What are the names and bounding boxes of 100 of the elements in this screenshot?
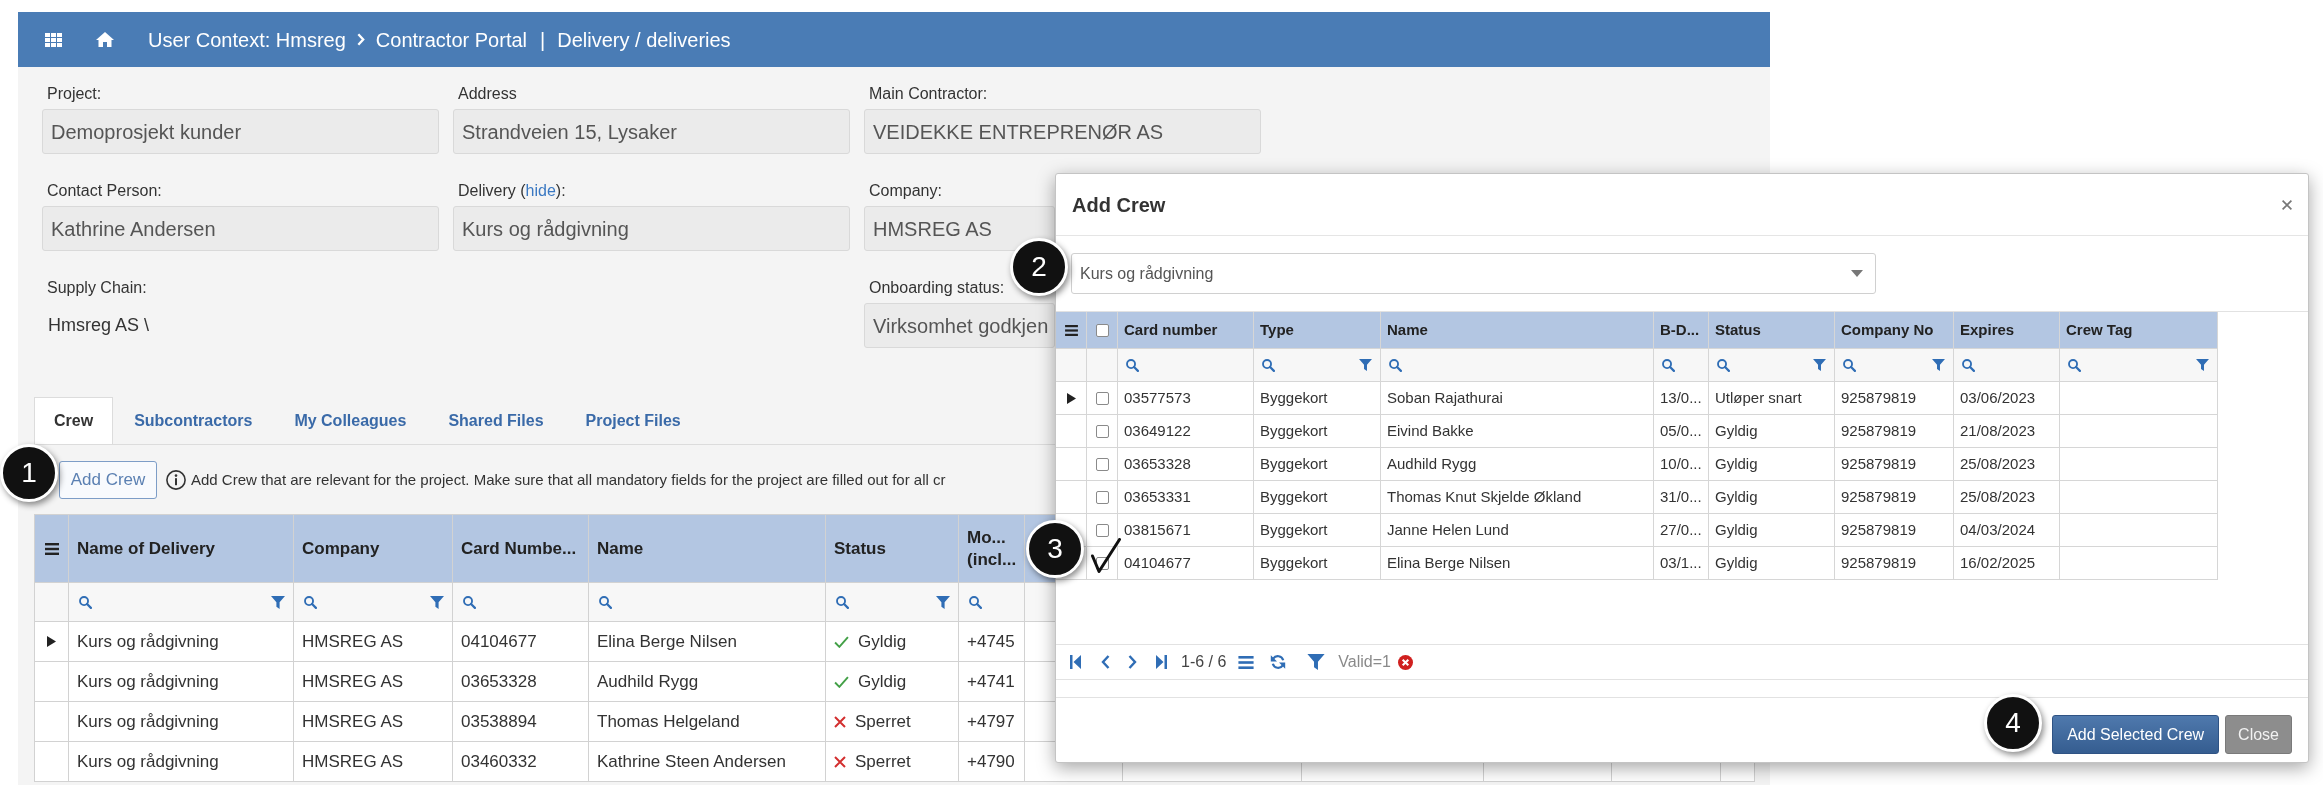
- status-label: Sperret: [855, 710, 911, 733]
- funnel-icon[interactable]: [1307, 654, 1326, 670]
- column-header[interactable]: Mo... (incl...: [959, 515, 1025, 582]
- column-header[interactable]: Company: [294, 515, 453, 582]
- column-header[interactable]: Card Numbe...: [453, 515, 589, 582]
- menu-icon[interactable]: [1064, 324, 1078, 336]
- tab[interactable]: Crew: [34, 397, 114, 444]
- checkbox[interactable]: [1095, 323, 1109, 337]
- home-icon[interactable]: [96, 32, 114, 47]
- column-header[interactable]: Crew Tag: [2060, 312, 2218, 348]
- table-cell: Gyldig: [1709, 415, 1835, 447]
- search-icon[interactable]: [1389, 358, 1402, 372]
- table-cell: 05/0...: [1654, 415, 1709, 447]
- search-icon[interactable]: [79, 595, 92, 609]
- delivery-dropdown[interactable]: Kurs og rådgivning: [1071, 253, 1876, 294]
- table-cell: Byggekort: [1254, 481, 1381, 513]
- search-icon[interactable]: [599, 595, 612, 609]
- column-header[interactable]: Name: [1381, 312, 1654, 348]
- table-cell: 925879819: [1835, 415, 1954, 447]
- clear-filter-icon[interactable]: [1398, 654, 1413, 670]
- column-header[interactable]: Company No: [1835, 312, 1954, 348]
- column-header[interactable]: Status: [1709, 312, 1835, 348]
- table-cell: Elina Berge Nilsen: [1381, 547, 1654, 579]
- table-cell: 03815671: [1118, 514, 1254, 546]
- next-icon[interactable]: [1128, 655, 1137, 669]
- column-header[interactable]: Card number: [1118, 312, 1254, 348]
- column-header[interactable]: Expires: [1954, 312, 2060, 348]
- search-icon[interactable]: [1126, 358, 1139, 372]
- field-label: Company:: [868, 181, 943, 201]
- tab[interactable]: Project Files: [564, 397, 702, 444]
- caret-down-icon[interactable]: [1851, 270, 1863, 277]
- column-header[interactable]: Status: [826, 515, 959, 582]
- search-icon[interactable]: [969, 595, 982, 609]
- status-label: Gyldig: [858, 670, 907, 693]
- checkbox[interactable]: [1091, 538, 1121, 573]
- checkbox[interactable]: [1095, 424, 1109, 438]
- search-icon[interactable]: [1262, 358, 1275, 372]
- search-icon[interactable]: [1843, 358, 1856, 372]
- table-cell: Elina Berge Nilsen: [589, 622, 826, 661]
- text-field[interactable]: Virksomhet godkjen: [864, 303, 1055, 348]
- tab[interactable]: Subcontractors: [113, 397, 274, 444]
- table-cell: Thomas Knut Skjelde Økland: [1381, 481, 1654, 513]
- column-header[interactable]: Name: [589, 515, 826, 582]
- search-icon[interactable]: [1662, 358, 1675, 372]
- text-field[interactable]: Kathrine Andersen: [42, 206, 439, 251]
- search-icon[interactable]: [836, 595, 849, 609]
- breadcrumb-link[interactable]: Contractor Portal: [375, 24, 527, 55]
- text-field[interactable]: Strandveien 15, Lysaker: [453, 109, 850, 154]
- first-page-icon[interactable]: [1070, 655, 1081, 669]
- checkbox[interactable]: [1095, 490, 1109, 504]
- table-cell: 10/0...: [1654, 448, 1709, 480]
- funnel-icon[interactable]: [1359, 359, 1372, 371]
- funnel-icon[interactable]: [2196, 359, 2209, 371]
- hide-link[interactable]: hide: [525, 182, 556, 199]
- previous-icon[interactable]: [1101, 655, 1110, 669]
- column-header[interactable]: Name of Delivery: [69, 515, 294, 582]
- menu-icon[interactable]: [44, 542, 59, 555]
- column-header[interactable]: Type: [1254, 312, 1381, 348]
- field-label: Supply Chain:: [46, 278, 148, 298]
- funnel-icon[interactable]: [936, 595, 950, 609]
- table-cell: +4790: [959, 742, 1025, 781]
- search-icon[interactable]: [2068, 358, 2081, 372]
- table-cell: Eivind Bakke: [1381, 415, 1654, 447]
- chevron-right-icon: [356, 33, 365, 46]
- table-cell: Audhild Rygg: [589, 662, 826, 701]
- menu-icon[interactable]: [1238, 655, 1255, 669]
- funnel-icon[interactable]: [271, 595, 285, 609]
- checkbox[interactable]: [1095, 457, 1109, 471]
- table-cell: 04104677: [453, 622, 589, 661]
- close-icon[interactable]: [2282, 199, 2292, 210]
- search-icon[interactable]: [463, 595, 476, 609]
- last-page-icon[interactable]: [1156, 655, 1167, 669]
- text-field[interactable]: Demoprosjekt kunder: [42, 109, 439, 154]
- text-field[interactable]: HMSREG AS: [864, 206, 1055, 251]
- tab[interactable]: Shared Files: [427, 397, 565, 444]
- add-selected-crew-button[interactable]: Add Selected Crew: [2052, 715, 2220, 754]
- search-icon[interactable]: [304, 595, 317, 609]
- funnel-icon[interactable]: [430, 595, 444, 609]
- column-header[interactable]: B-D...: [1654, 312, 1709, 348]
- text-field[interactable]: VEIDEKKE ENTREPRENØR AS: [864, 109, 1261, 154]
- text-field[interactable]: Kurs og rådgivning: [453, 206, 850, 251]
- table-cell: Byggekort: [1254, 514, 1381, 546]
- table-cell: 13/0...: [1654, 382, 1709, 414]
- grid-icon[interactable]: [45, 32, 62, 47]
- cross-icon: [834, 755, 846, 768]
- breadcrumb-link[interactable]: User Context: Hmsreg: [148, 24, 346, 55]
- checkbox[interactable]: [1095, 523, 1109, 537]
- search-icon[interactable]: [1962, 358, 1975, 372]
- table-cell: 925879819: [1835, 547, 1954, 579]
- table-cell: Audhild Rygg: [1381, 448, 1654, 480]
- info-text: Add Crew that are relevant for the project. Make sure that all mandatory fields for the project are filled out for all cr: [191, 469, 946, 490]
- tab[interactable]: My Colleagues: [273, 397, 428, 444]
- search-icon[interactable]: [1717, 358, 1730, 372]
- refresh-icon[interactable]: [1270, 654, 1287, 670]
- field-label: Address: [457, 84, 518, 104]
- funnel-icon[interactable]: [1932, 359, 1945, 371]
- checkbox[interactable]: [1095, 391, 1109, 405]
- add-crew-button[interactable]: Add Crew: [59, 461, 157, 499]
- field-label: Project:: [46, 84, 103, 104]
- funnel-icon[interactable]: [1813, 359, 1826, 371]
